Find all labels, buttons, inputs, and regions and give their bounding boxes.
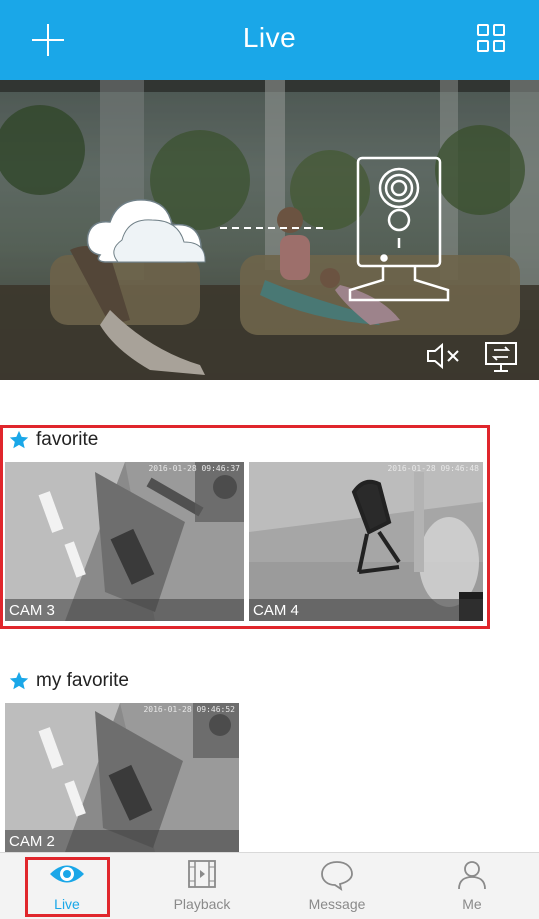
tab-me[interactable]: Me bbox=[405, 853, 539, 919]
camera-tile[interactable]: 2016-01-28 09:46:52 CAM 2 bbox=[5, 703, 239, 852]
group-title: my favorite bbox=[36, 670, 129, 691]
tab-playback[interactable]: Playback bbox=[135, 853, 269, 919]
monitor-switch-icon[interactable] bbox=[484, 340, 518, 374]
camera-feed-cam4 bbox=[249, 462, 483, 621]
star-icon bbox=[9, 671, 29, 690]
camera-feed-cam3 bbox=[5, 462, 244, 621]
group-header-my-favorite: my favorite bbox=[8, 670, 129, 692]
active-tab-highlight bbox=[25, 857, 110, 917]
camera-label: CAM 4 bbox=[253, 602, 299, 619]
camera-timestamp: 2016-01-28 09:46:48 bbox=[387, 464, 479, 473]
page-title: Live bbox=[242, 22, 297, 53]
camera-timestamp: 2016-01-28 09:46:52 bbox=[143, 705, 235, 714]
speaker-mute-icon[interactable] bbox=[425, 342, 463, 370]
top-bar: Live bbox=[0, 0, 539, 80]
living-room-photo bbox=[0, 80, 539, 380]
camera-timestamp: 2016-01-28 09:46:37 bbox=[148, 464, 240, 473]
tab-label: Message bbox=[308, 896, 366, 912]
camera-tile[interactable]: 2016-01-28 09:46:37 CAM 3 bbox=[5, 462, 244, 621]
film-play-icon bbox=[188, 860, 216, 888]
camera-label: CAM 2 bbox=[9, 833, 55, 850]
tab-label: Playback bbox=[173, 896, 231, 912]
grid-icon[interactable] bbox=[477, 24, 507, 54]
camera-tile[interactable]: 2016-01-28 09:46:48 CAM 4 bbox=[249, 462, 483, 621]
chat-bubble-icon bbox=[321, 861, 353, 891]
tab-message[interactable]: Message bbox=[270, 853, 404, 919]
tab-label: Me bbox=[462, 896, 482, 912]
camera-label: CAM 3 bbox=[9, 602, 55, 619]
promo-banner bbox=[0, 80, 539, 380]
user-icon bbox=[458, 861, 486, 890]
